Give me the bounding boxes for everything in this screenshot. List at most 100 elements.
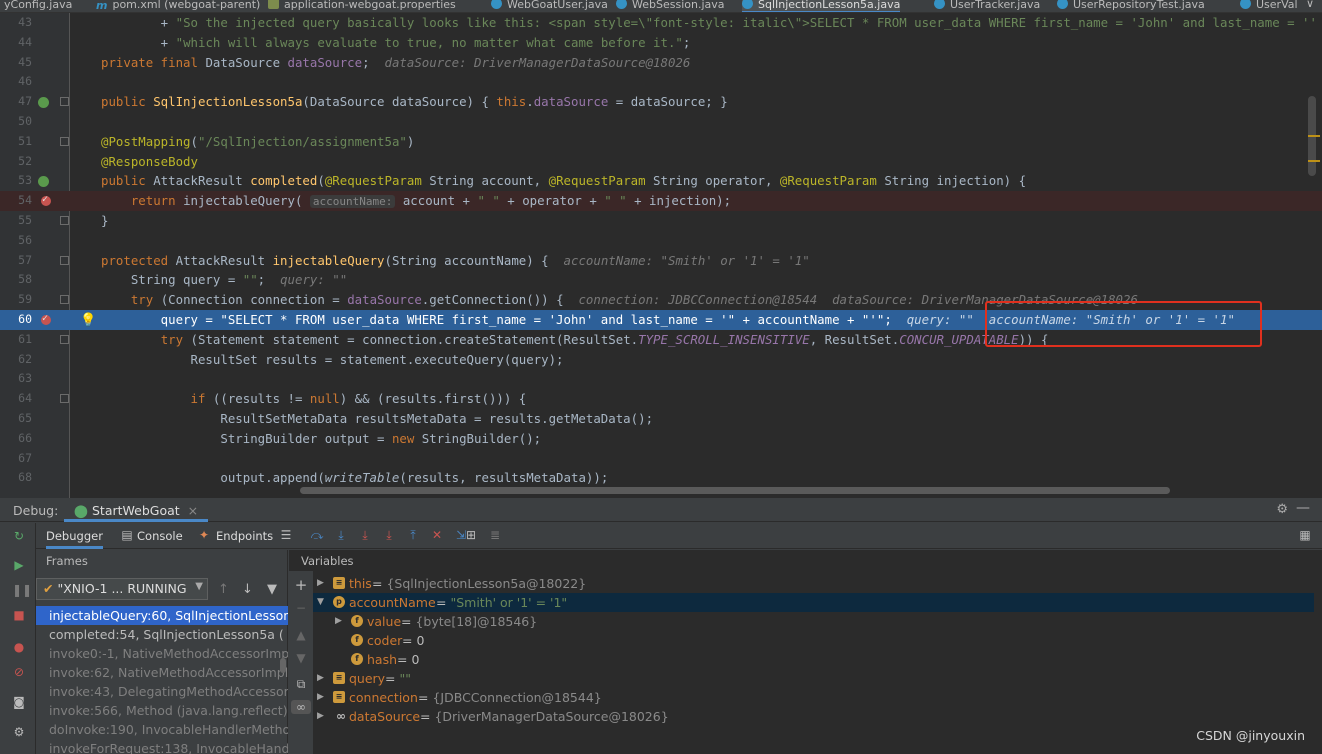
code-editor[interactable]: 43 + "So the injected query basically lo… <box>0 13 1322 498</box>
code-line[interactable]: 64 if ((results != null) && (results.fir… <box>0 389 1322 409</box>
bean-gutter-icon[interactable] <box>38 97 49 109</box>
more-tabs-icon[interactable]: ∨ <box>1306 0 1314 10</box>
code-line[interactable]: 58 String query = ""; query: "" <box>0 270 1322 290</box>
stack-frame[interactable]: invoke:566, Method (java.lang.reflect) <box>36 701 288 720</box>
code-line[interactable]: 56 <box>0 231 1322 251</box>
bean-gutter-icon[interactable] <box>38 176 49 188</box>
variable-row[interactable]: f coder = 0 <box>313 631 1314 650</box>
line-number[interactable]: 57 <box>0 251 32 271</box>
line-number[interactable]: 59 <box>0 290 32 310</box>
code-line[interactable]: 53 public AttackResult completed(@Request… <box>0 171 1322 191</box>
variable-row[interactable]: ▶ ≡ this = {SqlInjectionLesson5a@18022} <box>313 574 1314 593</box>
pause-icon[interactable]: ❚❚ <box>12 583 32 597</box>
line-number[interactable]: 58 <box>0 270 32 290</box>
resume-icon[interactable]: ▶ <box>12 558 26 572</box>
stack-frame[interactable]: completed:54, SqlInjectionLesson5a ( <box>36 625 288 644</box>
fold-icon[interactable] <box>60 255 69 265</box>
expand-icon[interactable]: ▶ <box>317 688 324 707</box>
line-number[interactable]: 66 <box>0 429 32 449</box>
trace-icon[interactable]: ≣ <box>488 528 502 542</box>
thread-selector[interactable]: ✔ "XNIO-1 ... RUNNING ▼ <box>36 578 208 600</box>
line-number[interactable]: 64 <box>0 389 32 409</box>
move-up-icon[interactable]: ▲ <box>294 628 308 642</box>
tab-usertracker-java[interactable]: UserTracker.java <box>934 0 1040 12</box>
line-number[interactable]: 60 <box>0 310 32 330</box>
line-number[interactable]: 44 <box>0 33 32 53</box>
code-line[interactable]: 52 @ResponseBody <box>0 152 1322 172</box>
line-number[interactable]: 53 <box>0 171 32 191</box>
lightbulb-icon[interactable]: 💡 <box>80 311 96 331</box>
watches-icon[interactable]: ∞ <box>291 700 311 714</box>
code-line[interactable]: 65 ResultSetMetaData resultsMetaData = r… <box>0 409 1322 429</box>
remove-watch-icon[interactable]: − <box>294 601 308 615</box>
fold-icon[interactable] <box>60 97 69 107</box>
code-line[interactable]: 68 output.append(writeTable(results, res… <box>0 468 1322 488</box>
variable-row[interactable]: f hash = 0 <box>313 650 1314 669</box>
warning-stripe-mark[interactable] <box>1308 135 1320 137</box>
show-execution-point-icon[interactable]: ⤼ <box>310 528 324 542</box>
menu-icon[interactable]: ☰ <box>279 528 293 542</box>
line-number[interactable]: 62 <box>0 350 32 370</box>
stack-frame[interactable]: invoke0:-1, NativeMethodAccessorImp <box>36 644 288 663</box>
rerun-icon[interactable]: ↻ <box>12 529 26 543</box>
expand-icon[interactable]: ▶ <box>317 669 324 688</box>
expand-icon[interactable]: ▶ <box>335 612 342 631</box>
code-line[interactable]: 50 <box>0 112 1322 132</box>
variable-row[interactable]: ▶ ≡ connection = {JDBCConnection@18544} <box>313 688 1314 707</box>
expand-icon[interactable]: ▶ <box>317 707 324 726</box>
line-number[interactable]: 46 <box>0 72 32 92</box>
warning-stripe-mark[interactable] <box>1308 160 1320 162</box>
code-line[interactable]: 51 @PostMapping("/SqlInjection/assignment… <box>0 132 1322 152</box>
tab-websession-java[interactable]: WebSession.java <box>616 0 725 12</box>
code-line[interactable]: 45 private final DataSource dataSource; d… <box>0 53 1322 73</box>
line-number[interactable]: 68 <box>0 468 32 488</box>
line-number[interactable]: 54 <box>0 191 32 211</box>
tab-userval[interactable]: UserVal <box>1240 0 1298 12</box>
fold-icon[interactable] <box>60 394 69 404</box>
tab-userrepositorytest-java[interactable]: UserRepositoryTest.java <box>1057 0 1205 12</box>
tab-webgoatuser-java[interactable]: WebGoatUser.java <box>491 0 608 12</box>
line-number[interactable]: 63 <box>0 369 32 389</box>
tab-pom-xml-webgoat-parent-[interactable]: m pom.xml (webgoat-parent) <box>96 0 260 12</box>
step-over-icon[interactable]: ⤓ <box>334 528 348 542</box>
evaluate-expression-icon[interactable]: ⊞ <box>464 528 478 542</box>
minimize-icon[interactable]: — <box>1296 500 1310 516</box>
copy-icon[interactable]: ⧉ <box>294 677 308 691</box>
variable-row[interactable]: ▶ ≡ query = "" <box>313 669 1314 688</box>
fold-icon[interactable] <box>60 216 69 225</box>
drop-frame-icon[interactable]: ✕ <box>430 528 444 542</box>
arrow-down-icon[interactable]: ↓ <box>242 582 253 597</box>
tab-sqlinjectionlesson5a-java[interactable]: SqlInjectionLesson5a.java <box>742 0 901 12</box>
camera-icon[interactable]: ◙ <box>12 695 26 709</box>
tab-application-webgoat-properties[interactable]: application-webgoat.properties <box>268 0 456 12</box>
mute-breakpoints-icon[interactable]: ⊘ <box>12 665 26 679</box>
code-line[interactable]: 46 <box>0 72 1322 92</box>
stack-frame[interactable]: invokeForRequest:138, InvocableHand <box>36 739 288 754</box>
line-number[interactable]: 65 <box>0 409 32 429</box>
line-number[interactable]: 61 <box>0 330 32 350</box>
code-line[interactable]: 57 protected AttackResult injectableQuery… <box>0 251 1322 271</box>
line-number[interactable]: 50 <box>0 112 32 132</box>
settings-icon[interactable]: ⚙ <box>12 725 26 739</box>
code-line[interactable]: 44 + "which will always evaluate to true… <box>0 33 1322 53</box>
layout-settings-icon[interactable]: ▦ <box>1298 528 1312 542</box>
frames-scrollbar[interactable] <box>280 658 286 673</box>
filter-icon[interactable]: ▼ <box>267 582 277 597</box>
fold-icon[interactable] <box>60 295 69 305</box>
fold-icon[interactable] <box>60 334 69 344</box>
stack-frame[interactable]: doInvoke:190, InvocableHandlerMethod <box>36 720 288 739</box>
line-number[interactable]: 56 <box>0 231 32 251</box>
code-line[interactable]: 55} <box>0 211 1322 231</box>
variable-row[interactable]: ▶ ∞ dataSource = {DriverManagerDataSource@… <box>313 707 1314 726</box>
line-number[interactable]: 45 <box>0 53 32 73</box>
stack-frame[interactable]: invoke:62, NativeMethodAccessorImpl <box>36 663 288 682</box>
horizontal-scrollbar[interactable] <box>300 487 1170 494</box>
code-line[interactable]: 62 ResultSet results = statement.execute… <box>0 350 1322 370</box>
code-line[interactable]: 63 <box>0 369 1322 389</box>
add-watch-icon[interactable]: + <box>294 578 308 593</box>
view-breakpoints-icon[interactable]: ● <box>12 640 26 654</box>
gear-icon[interactable]: ⚙ <box>1276 502 1288 517</box>
stack-frame[interactable]: invoke:43, DelegatingMethodAccessor <box>36 682 288 701</box>
variable-row[interactable]: ▼ p accountName = "Smith' or '1' = '1" <box>313 593 1314 612</box>
collapse-icon[interactable]: ▼ <box>317 593 324 612</box>
